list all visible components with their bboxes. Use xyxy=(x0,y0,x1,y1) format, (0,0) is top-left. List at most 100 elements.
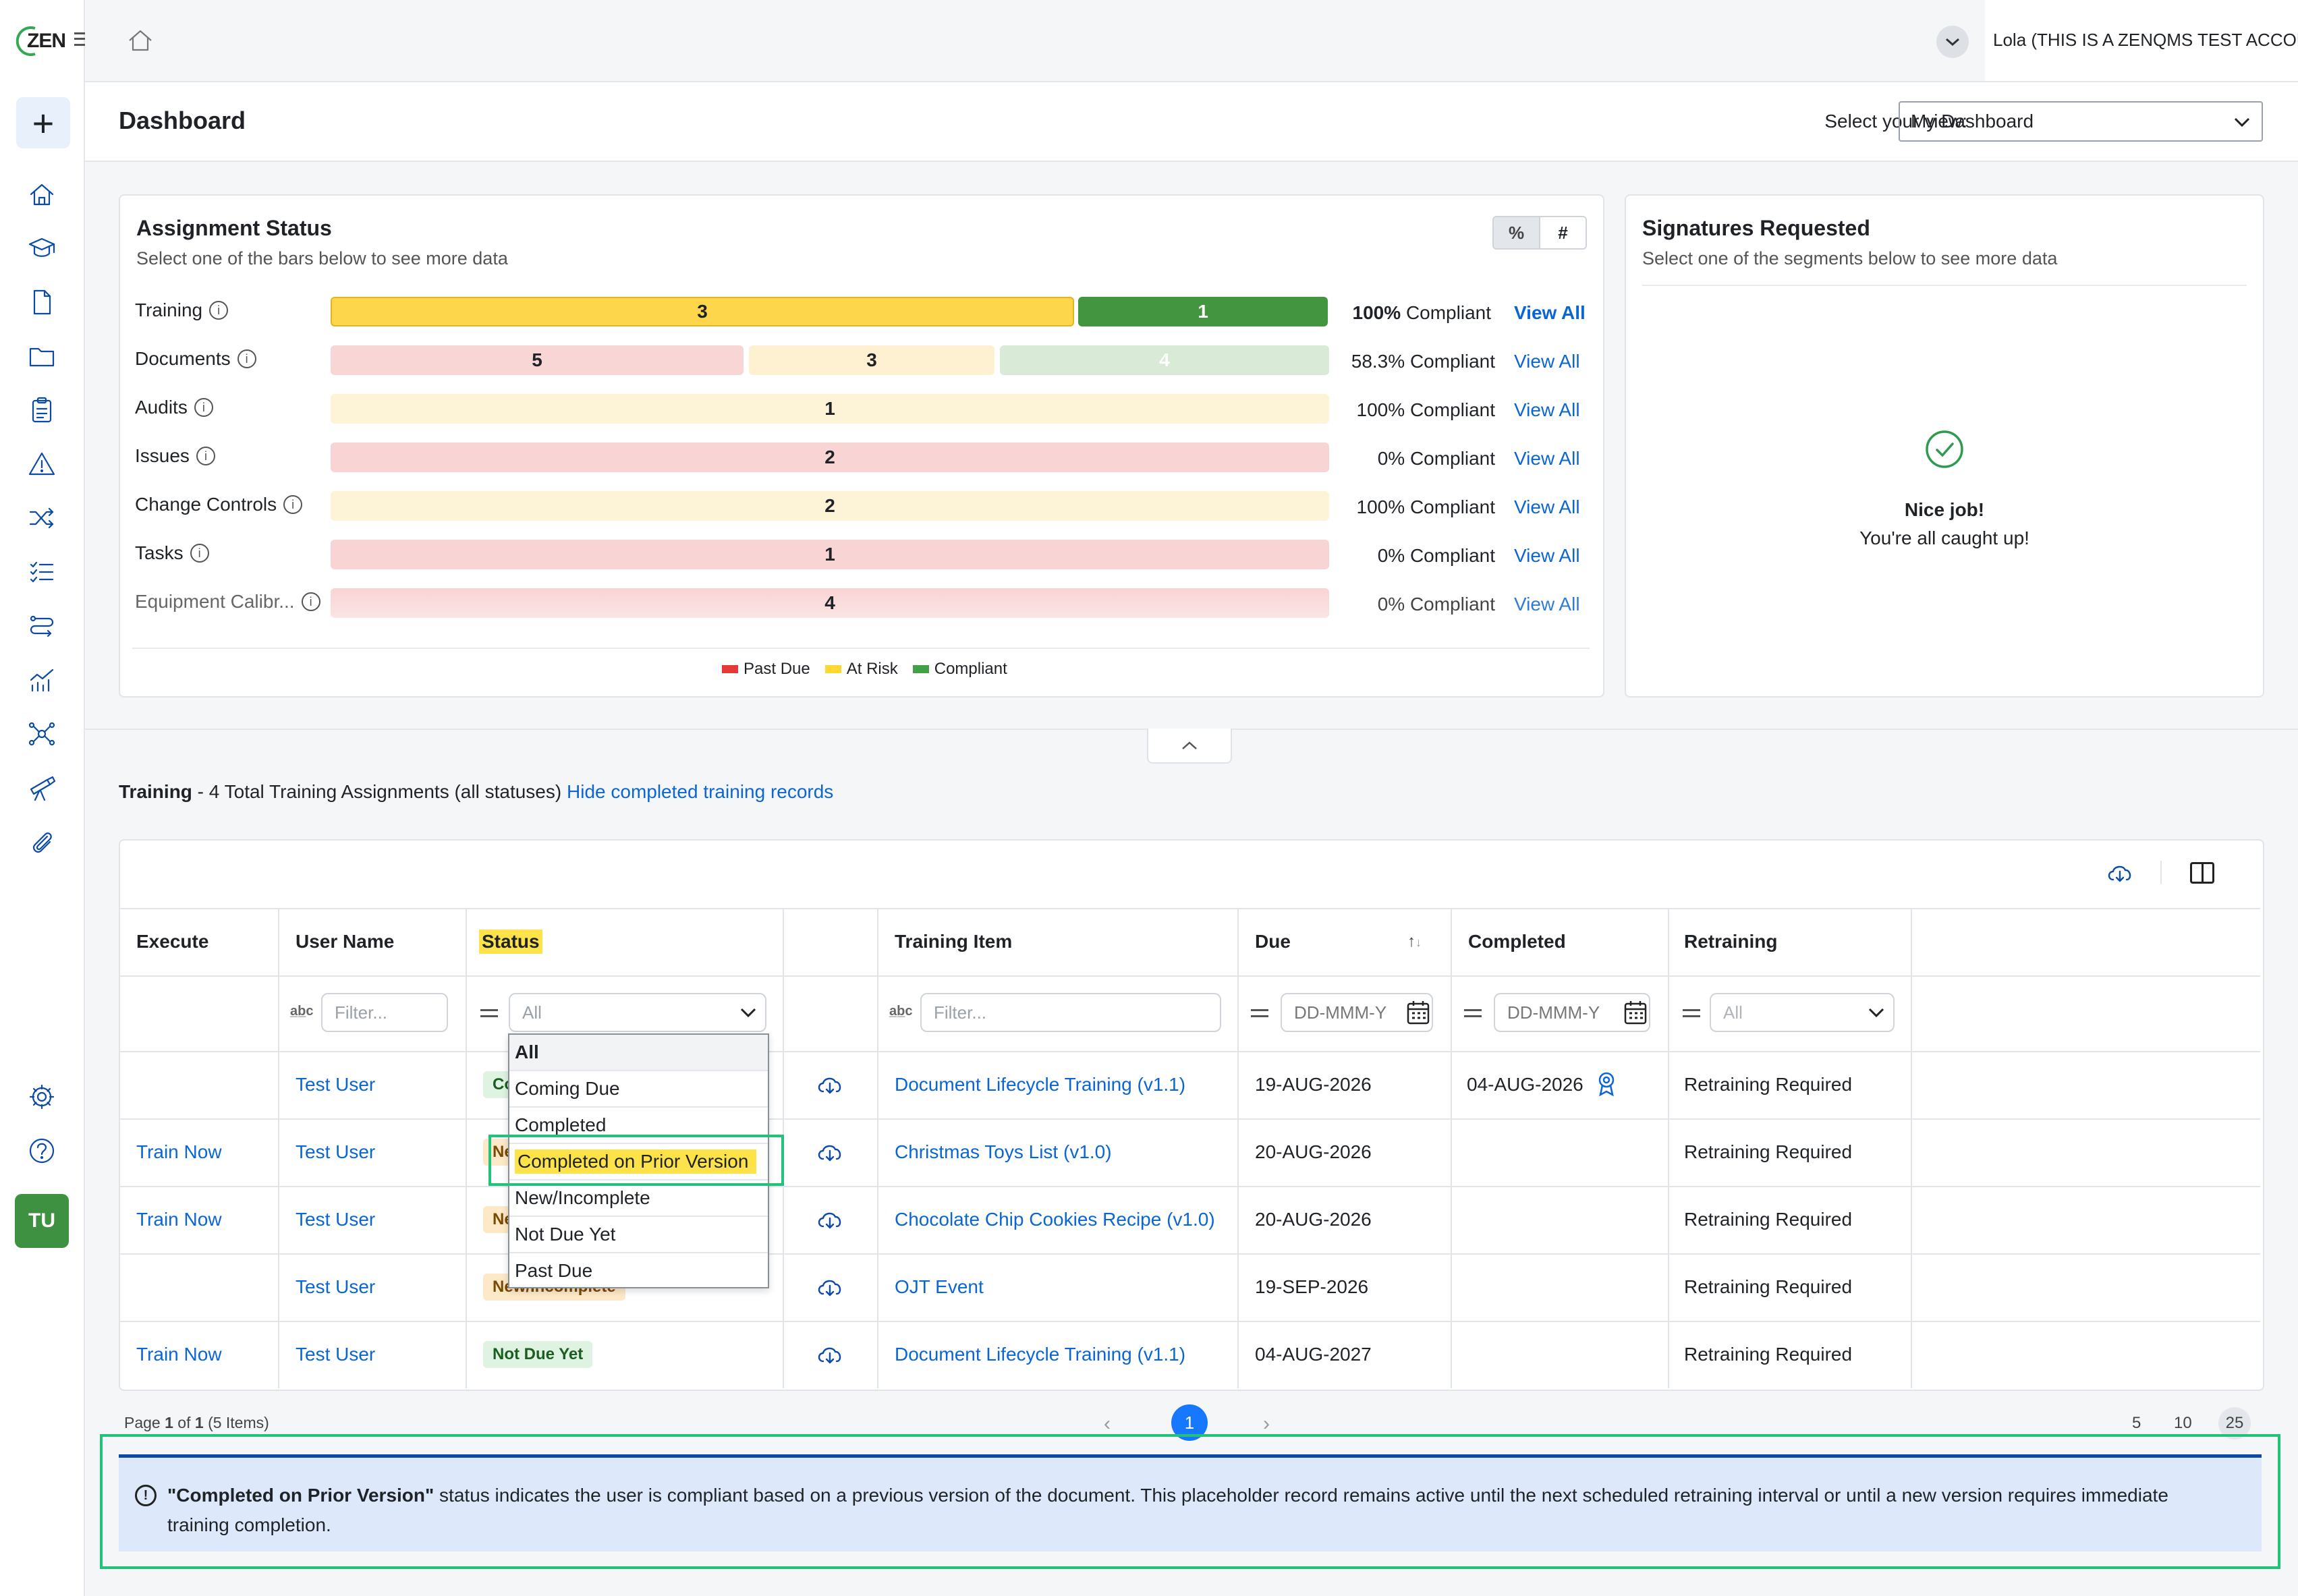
page-size-10[interactable]: 10 xyxy=(2174,1414,2192,1433)
sort-icon[interactable]: ↑↓ xyxy=(1407,932,1422,951)
status-filter-select[interactable]: All xyxy=(509,993,766,1032)
clipboard-icon[interactable] xyxy=(20,389,63,432)
header-execute[interactable]: Execute xyxy=(136,908,208,975)
cloud-download-icon[interactable] xyxy=(815,1070,845,1103)
view-all-documents-link[interactable]: View All xyxy=(1514,351,1580,372)
zen-logo[interactable]: ZEN xyxy=(15,23,67,59)
bar-change-controls-at-risk[interactable]: 2 xyxy=(331,491,1329,521)
toggle-percent-button[interactable]: % xyxy=(1494,217,1539,248)
bar-documents-at-risk[interactable]: 3 xyxy=(749,345,994,375)
calendar-icon[interactable] xyxy=(1406,1000,1430,1025)
training-item-link[interactable]: OJT Event xyxy=(895,1253,984,1321)
header-training-item[interactable]: Training Item xyxy=(895,908,1012,975)
view-select[interactable]: My Dashboard xyxy=(1899,101,2263,142)
header-due[interactable]: Due xyxy=(1255,908,1291,975)
header-status[interactable]: Status xyxy=(479,908,542,975)
view-all-audits-link[interactable]: View All xyxy=(1514,399,1580,421)
bar-documents-compliant[interactable]: 4 xyxy=(1000,345,1329,375)
prev-page-icon[interactable]: ‹ xyxy=(1104,1413,1111,1435)
certificate-icon[interactable] xyxy=(1596,1071,1617,1100)
header-completed[interactable]: Completed xyxy=(1468,908,1566,975)
user-link[interactable]: Test User xyxy=(296,1118,375,1186)
cloud-download-icon[interactable] xyxy=(2105,858,2135,891)
paperclip-icon[interactable] xyxy=(20,820,63,863)
info-icon[interactable]: i xyxy=(301,592,320,611)
help-icon[interactable] xyxy=(20,1129,63,1172)
document-icon[interactable] xyxy=(20,281,63,324)
cloud-download-icon[interactable] xyxy=(815,1137,845,1170)
train-now-link[interactable]: Train Now xyxy=(136,1321,222,1388)
row-label-issues[interactable]: Issues i xyxy=(135,445,215,467)
row-label-training[interactable]: Training i xyxy=(135,300,229,321)
view-all-training-link[interactable]: View All xyxy=(1514,302,1586,324)
info-icon[interactable]: i xyxy=(190,544,209,563)
bar-training-compliant[interactable]: 1 xyxy=(1078,297,1328,326)
bar-equipment-calibration-past-due[interactable]: 4 xyxy=(331,588,1329,618)
user-filter-input[interactable]: Filter... xyxy=(321,993,448,1032)
train-now-link[interactable]: Train Now xyxy=(136,1186,222,1253)
home-icon[interactable] xyxy=(20,173,63,216)
account-name[interactable]: Lola (THIS IS A ZENQMS TEST ACCOUNT) xyxy=(1993,30,2298,51)
retraining-filter-select[interactable]: All xyxy=(1710,993,1895,1032)
user-avatar[interactable]: TU xyxy=(15,1194,69,1248)
user-link[interactable]: Test User xyxy=(296,1186,375,1253)
info-icon[interactable]: i xyxy=(194,398,213,417)
view-all-change-controls-link[interactable]: View All xyxy=(1514,496,1580,518)
info-icon[interactable]: i xyxy=(209,301,229,320)
dropdown-option-coming-due[interactable]: Coming Due xyxy=(509,1071,768,1108)
home-breadcrumb-icon[interactable] xyxy=(125,26,155,55)
telescope-icon[interactable] xyxy=(20,766,63,809)
hide-completed-link[interactable]: Hide completed training records xyxy=(567,781,833,803)
info-icon[interactable]: i xyxy=(196,447,215,465)
train-now-link[interactable]: Train Now xyxy=(136,1118,222,1186)
cloud-download-icon[interactable] xyxy=(815,1340,845,1373)
settings-gear-icon[interactable] xyxy=(20,1075,63,1118)
header-user-name[interactable]: User Name xyxy=(296,908,394,975)
folder-icon[interactable] xyxy=(20,335,63,378)
row-label-documents[interactable]: Documents i xyxy=(135,348,256,370)
columns-toggle-icon[interactable] xyxy=(2190,862,2214,884)
user-link[interactable]: Test User xyxy=(296,1253,375,1321)
row-label-tasks[interactable]: Tasks i xyxy=(135,542,209,564)
info-icon[interactable]: i xyxy=(237,349,256,368)
cloud-download-icon[interactable] xyxy=(815,1272,845,1305)
view-all-tasks-link[interactable]: View All xyxy=(1514,545,1580,567)
network-icon[interactable] xyxy=(20,712,63,756)
user-link[interactable]: Test User xyxy=(296,1051,375,1118)
training-item-link[interactable]: Document Lifecycle Training (v1.1) xyxy=(895,1051,1185,1118)
analytics-icon[interactable] xyxy=(20,658,63,702)
equals-operator-icon[interactable] xyxy=(1464,1009,1482,1017)
dropdown-option-all[interactable]: All xyxy=(509,1035,768,1071)
row-label-equipment-calibration[interactable]: Equipment Calibr... i xyxy=(135,591,320,612)
row-label-audits[interactable]: Audits i xyxy=(135,397,213,418)
bar-audits-at-risk[interactable]: 1 xyxy=(331,394,1329,424)
warning-icon[interactable] xyxy=(20,443,63,486)
training-item-link[interactable]: Chocolate Chip Cookies Recipe (v1.0) xyxy=(895,1186,1215,1253)
toggle-count-button[interactable]: # xyxy=(1539,217,1586,248)
dropdown-option-not-due-yet[interactable]: Not Due Yet xyxy=(509,1217,768,1253)
account-dropdown-button[interactable] xyxy=(1936,26,1969,58)
dropdown-option-new-incomplete[interactable]: New/Incomplete xyxy=(509,1180,768,1217)
equals-operator-icon[interactable] xyxy=(480,1009,498,1017)
bar-documents-past-due[interactable]: 5 xyxy=(331,345,744,375)
collapse-panel-button[interactable] xyxy=(1147,729,1232,764)
checklist-icon[interactable] xyxy=(20,550,63,594)
graduation-cap-icon[interactable] xyxy=(20,227,63,270)
workflow-icon[interactable] xyxy=(20,604,63,648)
row-label-change-controls[interactable]: Change Controls i xyxy=(135,494,303,515)
cloud-download-icon[interactable] xyxy=(815,1205,845,1238)
equals-operator-icon[interactable] xyxy=(1683,1009,1700,1017)
info-icon[interactable]: i xyxy=(283,495,303,514)
header-retraining[interactable]: Retraining xyxy=(1684,908,1777,975)
training-item-link[interactable]: Document Lifecycle Training (v1.1) xyxy=(895,1321,1185,1388)
shuffle-icon[interactable] xyxy=(20,496,63,540)
view-all-issues-link[interactable]: View All xyxy=(1514,448,1580,469)
view-all-equipment-calibration-link[interactable]: View All xyxy=(1514,594,1580,615)
create-plus-button[interactable]: + xyxy=(16,97,70,148)
training-item-link[interactable]: Christmas Toys List (v1.0) xyxy=(895,1118,1112,1186)
next-page-icon[interactable]: › xyxy=(1263,1413,1270,1435)
page-size-5[interactable]: 5 xyxy=(2132,1414,2141,1433)
user-link[interactable]: Test User xyxy=(296,1321,375,1388)
equals-operator-icon[interactable] xyxy=(1251,1009,1268,1017)
bar-tasks-past-due[interactable]: 1 xyxy=(331,540,1329,569)
